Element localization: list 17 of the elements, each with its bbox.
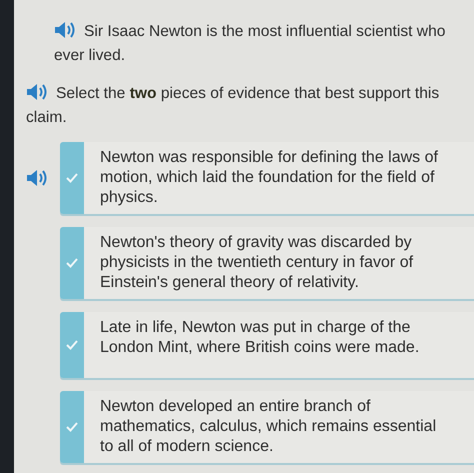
check-icon <box>66 173 78 183</box>
checkbox[interactable] <box>60 391 84 463</box>
answer-option[interactable]: Newton was responsible for defining the laws of motion, which laid the foundation for the field of physics. <box>60 142 474 214</box>
speaker-icon[interactable] <box>26 169 48 187</box>
check-icon <box>66 340 78 350</box>
claim-text: Sir Isaac Newton is the most influential scientist who ever lived. <box>54 20 446 66</box>
checkbox[interactable] <box>60 312 84 378</box>
prompt-text: Select the two pieces of evidence that best support this claim. <box>26 82 440 128</box>
checkbox[interactable] <box>60 142 84 214</box>
answer-option[interactable]: Newton developed an entire branch of mathematics, calculus, which remains essential to all of modern science. <box>60 391 474 463</box>
speaker-icon[interactable] <box>54 21 76 39</box>
answer-option[interactable]: Newton's theory of gravity was discarded by physicists in the twentieth century in favor of Einstein's general theory of relativity. <box>60 227 474 299</box>
check-icon <box>66 258 78 268</box>
check-icon <box>66 422 78 432</box>
answer-option[interactable]: Late in life, Newton was put in charge of the London Mint, where British coins were made. <box>60 312 474 378</box>
checkbox[interactable] <box>60 227 84 299</box>
speaker-icon[interactable] <box>26 83 48 101</box>
